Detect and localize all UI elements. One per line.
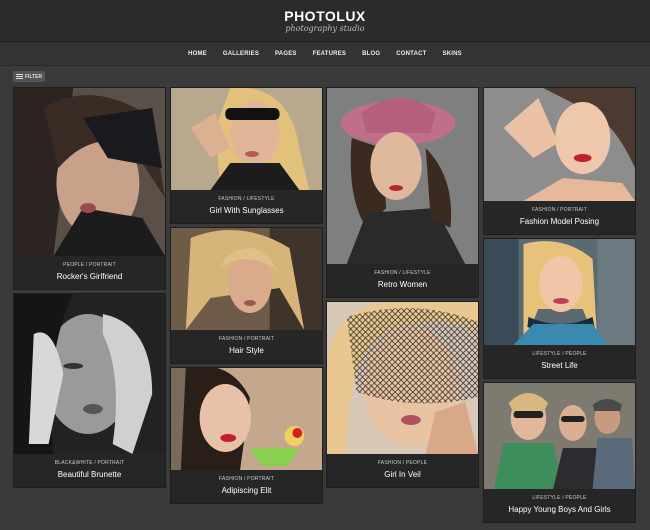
gallery-item-title[interactable]: Hair Style <box>171 346 322 355</box>
gallery-item-street-life[interactable]: LIFESTYLE / PEOPLE Street Life <box>483 238 636 379</box>
gallery-photo <box>171 368 322 470</box>
gallery-item-category: FASHION / LIFESTYLE <box>218 196 275 202</box>
gallery-photo <box>484 239 635 345</box>
site-logo-title[interactable]: PHOTOLUX <box>0 8 650 24</box>
gallery-item-title[interactable]: Rocker's Girlfriend <box>14 272 165 281</box>
nav-item-skins[interactable]: SKINS <box>435 51 470 57</box>
gallery-item-title[interactable]: Retro Women <box>327 280 478 289</box>
gallery-item-category: FASHION / PEOPLE <box>377 460 428 466</box>
gallery-item-category: LIFESTYLE / PEOPLE <box>532 351 587 357</box>
gallery-item-girl-with-sunglasses[interactable]: FASHION / LIFESTYLE Girl With Sunglasses <box>170 87 323 224</box>
gallery-photo <box>327 302 478 454</box>
gallery-photo <box>484 88 635 201</box>
nav-item-pages[interactable]: PAGES <box>267 51 305 57</box>
gallery-item-girl-in-veil[interactable]: FASHION / PEOPLE Girl In Veil <box>326 301 479 488</box>
gallery-item-retro-women[interactable]: FASHION / LIFESTYLE Retro Women <box>326 87 479 298</box>
gallery-photo <box>14 294 165 454</box>
gallery-item-happy-young-boys-and-girls[interactable]: LIFESTYLE / PEOPLE Happy Young Boys And … <box>483 382 636 523</box>
gallery-photo <box>327 88 478 264</box>
menu-icon <box>16 74 23 79</box>
site-header: PHOTOLUX photography studio <box>0 0 650 42</box>
gallery-item-title[interactable]: Fashion Model Posing <box>484 217 635 226</box>
gallery-photo <box>14 88 165 256</box>
gallery-photo <box>484 383 635 489</box>
gallery-item-adipiscing-elit[interactable]: FASHION / PORTRAIT Adipiscing Elit <box>170 367 323 504</box>
gallery-item-category: FASHION / PORTRAIT <box>532 207 587 213</box>
gallery-item-title[interactable]: Adipiscing Elit <box>171 486 322 495</box>
nav-item-blog[interactable]: BLOG <box>354 51 388 57</box>
gallery-photo <box>171 228 322 330</box>
gallery-item-hair-style[interactable]: FASHION / PORTRAIT Hair Style <box>170 227 323 364</box>
nav-item-features[interactable]: FEATURES <box>305 51 355 57</box>
nav-item-contact[interactable]: CONTACT <box>388 51 434 57</box>
gallery-item-title[interactable]: Girl With Sunglasses <box>171 206 322 215</box>
gallery-item-category: BLACK&WHITE / PORTRAIT <box>54 460 125 466</box>
gallery-photo <box>171 88 322 190</box>
filter-button[interactable]: FILTER <box>13 71 45 82</box>
gallery-item-title[interactable]: Beautiful Brunette <box>14 470 165 479</box>
gallery-item-category: FASHION / PORTRAIT <box>219 336 274 342</box>
filter-label: FILTER <box>25 73 43 80</box>
gallery-item-beautiful-brunette[interactable]: BLACK&WHITE / PORTRAIT Beautiful Brunett… <box>13 293 166 488</box>
gallery-item-category: LIFESTYLE / PEOPLE <box>532 495 587 501</box>
site-logo-subtitle: photography studio <box>285 24 365 33</box>
gallery-item-title[interactable]: Street Life <box>484 361 635 370</box>
gallery-item-category: PEOPLE / PORTRAIT <box>63 262 116 268</box>
gallery-item-category: FASHION / PORTRAIT <box>219 476 274 482</box>
nav-item-galleries[interactable]: GALLERIES <box>215 51 267 57</box>
main-nav: HOME GALLERIES PAGES FEATURES BLOG CONTA… <box>0 42 650 66</box>
nav-item-home[interactable]: HOME <box>180 51 215 57</box>
gallery-item-title[interactable]: Happy Young Boys And Girls <box>484 505 635 514</box>
gallery-item-category: FASHION / LIFESTYLE <box>374 270 431 276</box>
gallery-item-fashion-model-posing[interactable]: FASHION / PORTRAIT Fashion Model Posing <box>483 87 636 235</box>
gallery-item-rockers-girlfriend[interactable]: PEOPLE / PORTRAIT Rocker's Girlfriend <box>13 87 166 290</box>
gallery-item-title[interactable]: Girl In Veil <box>327 470 478 479</box>
